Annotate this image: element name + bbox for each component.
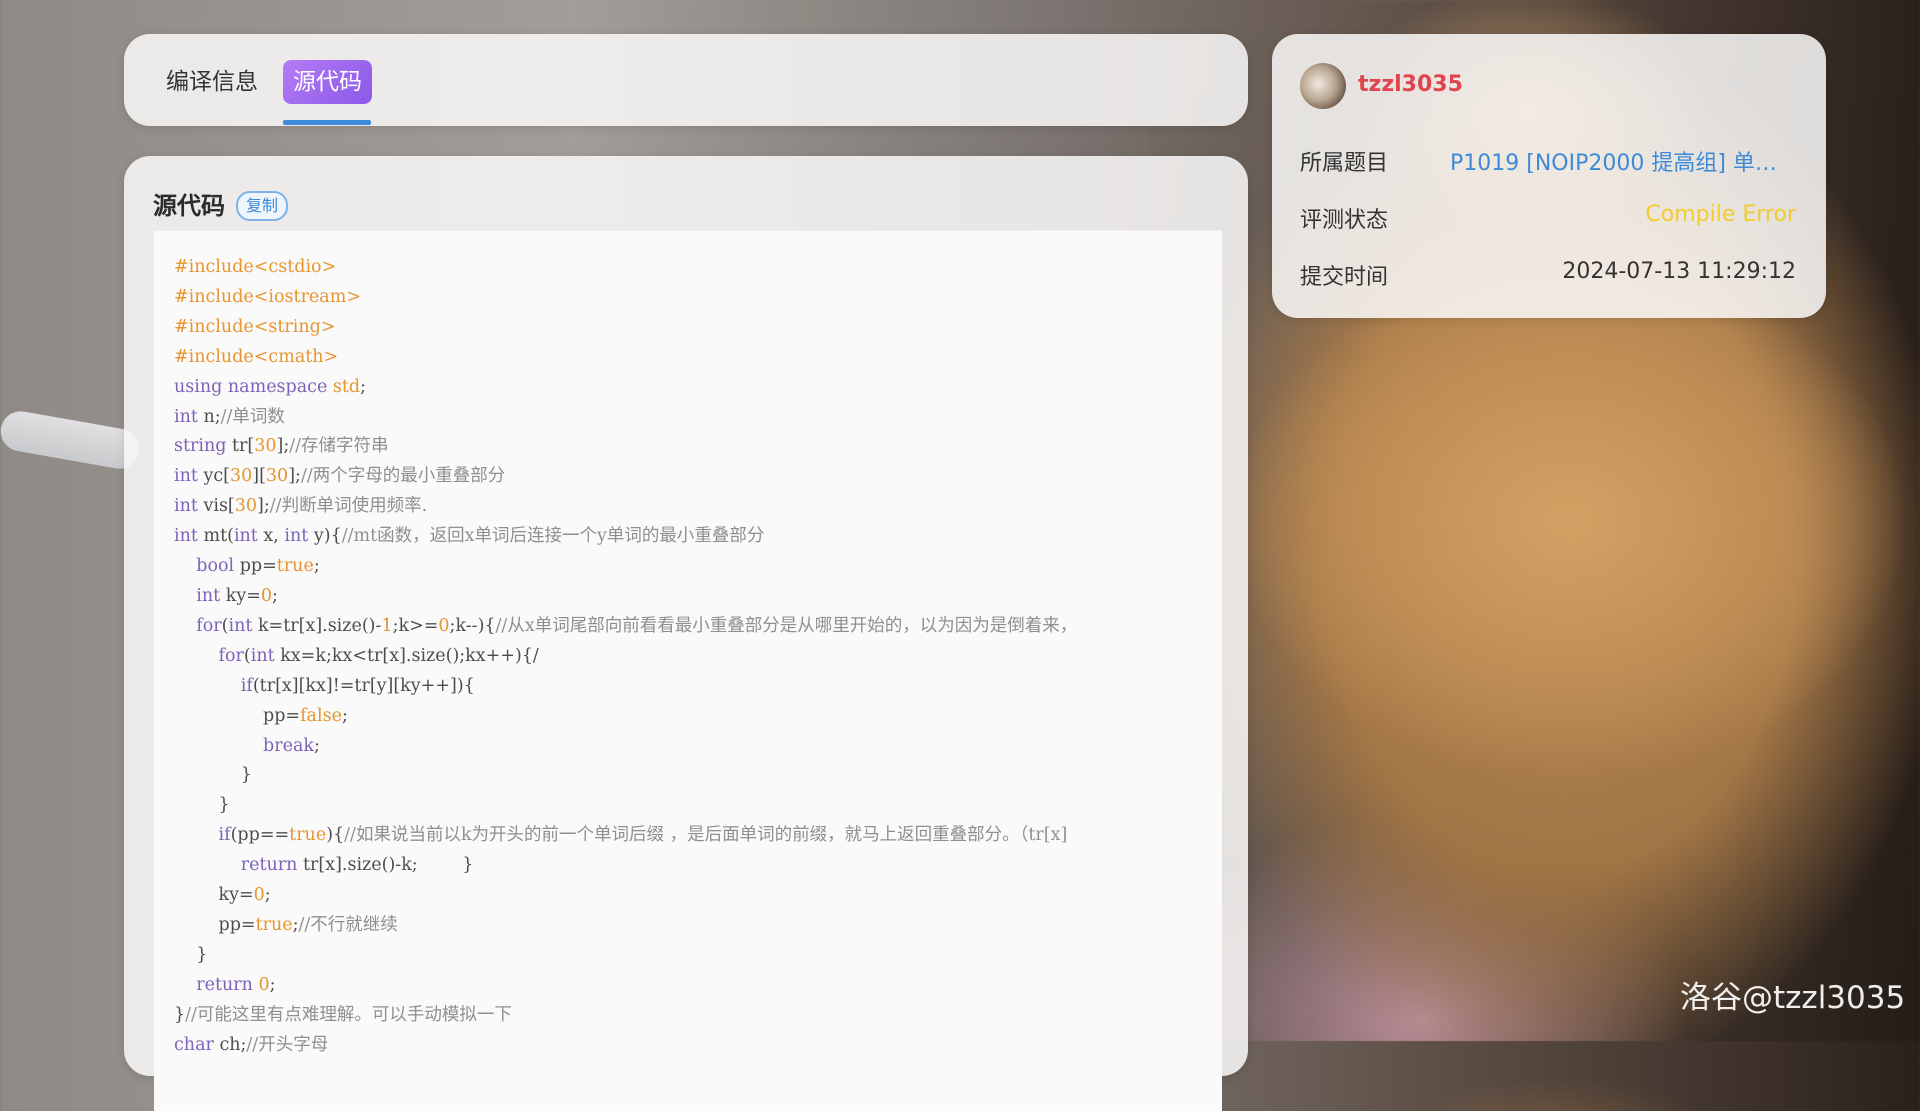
username-link[interactable]: tzzl3035 [1358,72,1463,97]
source-code-card: 源代码 复制 #include<cstdio> #include<iostrea… [124,156,1248,1111]
problem-link[interactable]: P1019 [NOIP2000 提高组] 单词… [1450,145,1790,177]
status-value[interactable]: Compile Error [1645,202,1796,227]
status-label: 评测状态 [1300,208,1389,233]
tabs-card: 编译信息 源代码 [124,34,1248,126]
background-cable [0,408,143,472]
submission-info-card: tzzl3035 所属题目 P1019 [NOIP2000 提高组] 单词… 评… [1272,34,1826,318]
code-text: #include<cstdio> #include<iostream> #inc… [174,257,1078,1055]
tab-compile-info[interactable]: 编译信息 [156,60,268,104]
source-title: 源代码 [153,192,225,220]
problem-label: 所属题目 [1300,151,1389,176]
time-value: 2024-07-13 11:29:12 [1562,259,1796,284]
code-block[interactable]: #include<cstdio> #include<iostream> #inc… [154,230,1222,1111]
time-label: 提交时间 [1300,265,1389,290]
avatar[interactable] [1300,63,1346,109]
tab-source-code[interactable]: 源代码 [283,60,372,104]
watermark: 洛谷@tzzl3035 [1680,980,1906,1016]
active-tab-indicator [283,120,371,125]
copy-button[interactable]: 复制 [236,191,289,221]
